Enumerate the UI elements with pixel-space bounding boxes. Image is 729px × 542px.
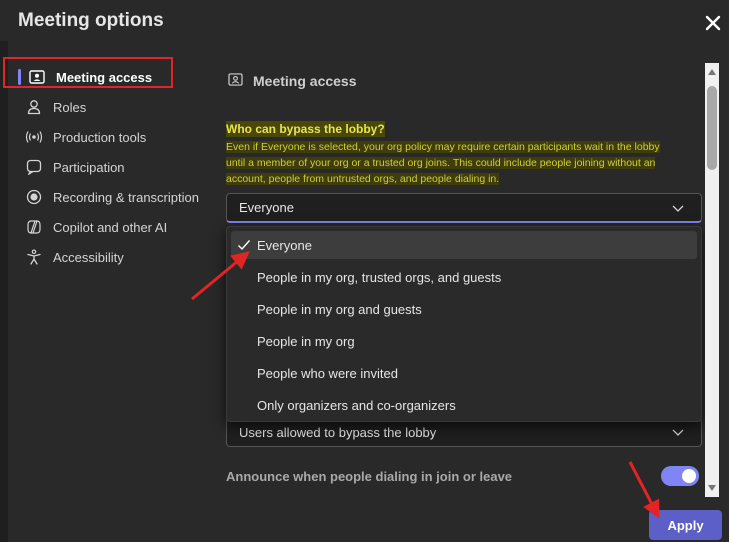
sidebar-item-copilot[interactable]: Copilot and other AI <box>25 214 167 240</box>
lobby-description-line: Even if Everyone is selected, your org p… <box>226 141 660 153</box>
broadcast-icon <box>25 128 43 146</box>
dropdown-option-label: People who were invited <box>257 365 398 381</box>
chat-icon <box>25 158 43 176</box>
lobby-description-line: until a member of your org or a trusted … <box>226 157 656 169</box>
section-title: Meeting access <box>228 73 357 89</box>
scrollbar-thumb[interactable] <box>707 86 717 170</box>
chevron-down-icon <box>671 425 685 442</box>
lobby-question: Who can bypass the lobby? <box>226 121 385 137</box>
scroll-down-arrow-icon[interactable] <box>705 479 719 497</box>
dropdown-option-label: People in my org, trusted orgs, and gues… <box>257 269 502 285</box>
lobby-options-dropdown: Everyone People in my org, trusted orgs,… <box>226 226 702 422</box>
lobby-description: Even if Everyone is selected, your org p… <box>226 139 692 187</box>
dropdown-option-label: People in my org and guests <box>257 301 422 317</box>
sidebar-item-roles[interactable]: Roles <box>25 94 86 120</box>
record-icon <box>25 188 43 206</box>
left-edge <box>0 41 8 542</box>
dropdown-option-label: People in my org <box>257 333 355 349</box>
sidebar-item-label: Accessibility <box>53 249 124 265</box>
checkmark-icon <box>231 239 257 251</box>
dropdown-option-everyone[interactable]: Everyone <box>231 231 697 259</box>
sidebar-item-label: Participation <box>53 159 125 175</box>
dialog-title: Meeting options <box>18 10 164 31</box>
sidebar-item-meeting-access[interactable]: Meeting access <box>28 64 152 90</box>
lobby-bypass-select[interactable]: Everyone <box>226 193 702 223</box>
sidebar-item-label: Recording & transcription <box>53 189 199 205</box>
dropdown-option[interactable]: People who were invited <box>231 359 697 387</box>
apply-button[interactable]: Apply <box>649 510 722 540</box>
dropdown-option[interactable]: People in my org <box>231 327 697 355</box>
lobby-description-line: account, people from untrusted orgs, and… <box>226 173 500 185</box>
arrow-to-apply <box>628 461 660 519</box>
close-icon[interactable] <box>702 12 724 34</box>
announce-toggle[interactable] <box>661 466 699 486</box>
meeting-access-icon <box>28 68 46 86</box>
sidebar-item-production-tools[interactable]: Production tools <box>25 124 146 150</box>
dropdown-option[interactable]: Only organizers and co-organizers <box>231 391 697 419</box>
scroll-up-arrow-icon[interactable] <box>705 63 719 81</box>
section-title-label: Meeting access <box>253 73 357 89</box>
announce-label: Announce when people dialing in join or … <box>226 469 513 484</box>
dropdown-option[interactable]: People in my org and guests <box>231 295 697 323</box>
copilot-icon <box>25 218 43 236</box>
sidebar-item-label: Production tools <box>53 129 147 145</box>
sidebar-item-label: Copilot and other AI <box>53 219 168 235</box>
chevron-down-icon <box>671 201 685 218</box>
sidebar-item-participation[interactable]: Participation <box>25 154 125 180</box>
meeting-access-icon <box>228 73 243 89</box>
active-indicator <box>18 69 21 85</box>
sidebar-item-label: Roles <box>53 99 87 115</box>
dropdown-option[interactable]: People in my org, trusted orgs, and gues… <box>231 263 697 291</box>
sidebar-item-recording[interactable]: Recording & transcription <box>25 184 199 210</box>
toggle-knob <box>682 469 696 483</box>
person-icon <box>25 98 43 116</box>
accessibility-icon <box>25 248 43 266</box>
lobby-bypass-value: Everyone <box>239 200 294 215</box>
dropdown-option-label: Only organizers and co-organizers <box>257 397 456 413</box>
dropdown-option-label: Everyone <box>257 237 312 253</box>
second-select-value: Users allowed to bypass the lobby <box>239 424 437 440</box>
sidebar-item-accessibility[interactable]: Accessibility <box>25 244 124 270</box>
sidebar-item-label: Meeting access <box>56 69 153 85</box>
